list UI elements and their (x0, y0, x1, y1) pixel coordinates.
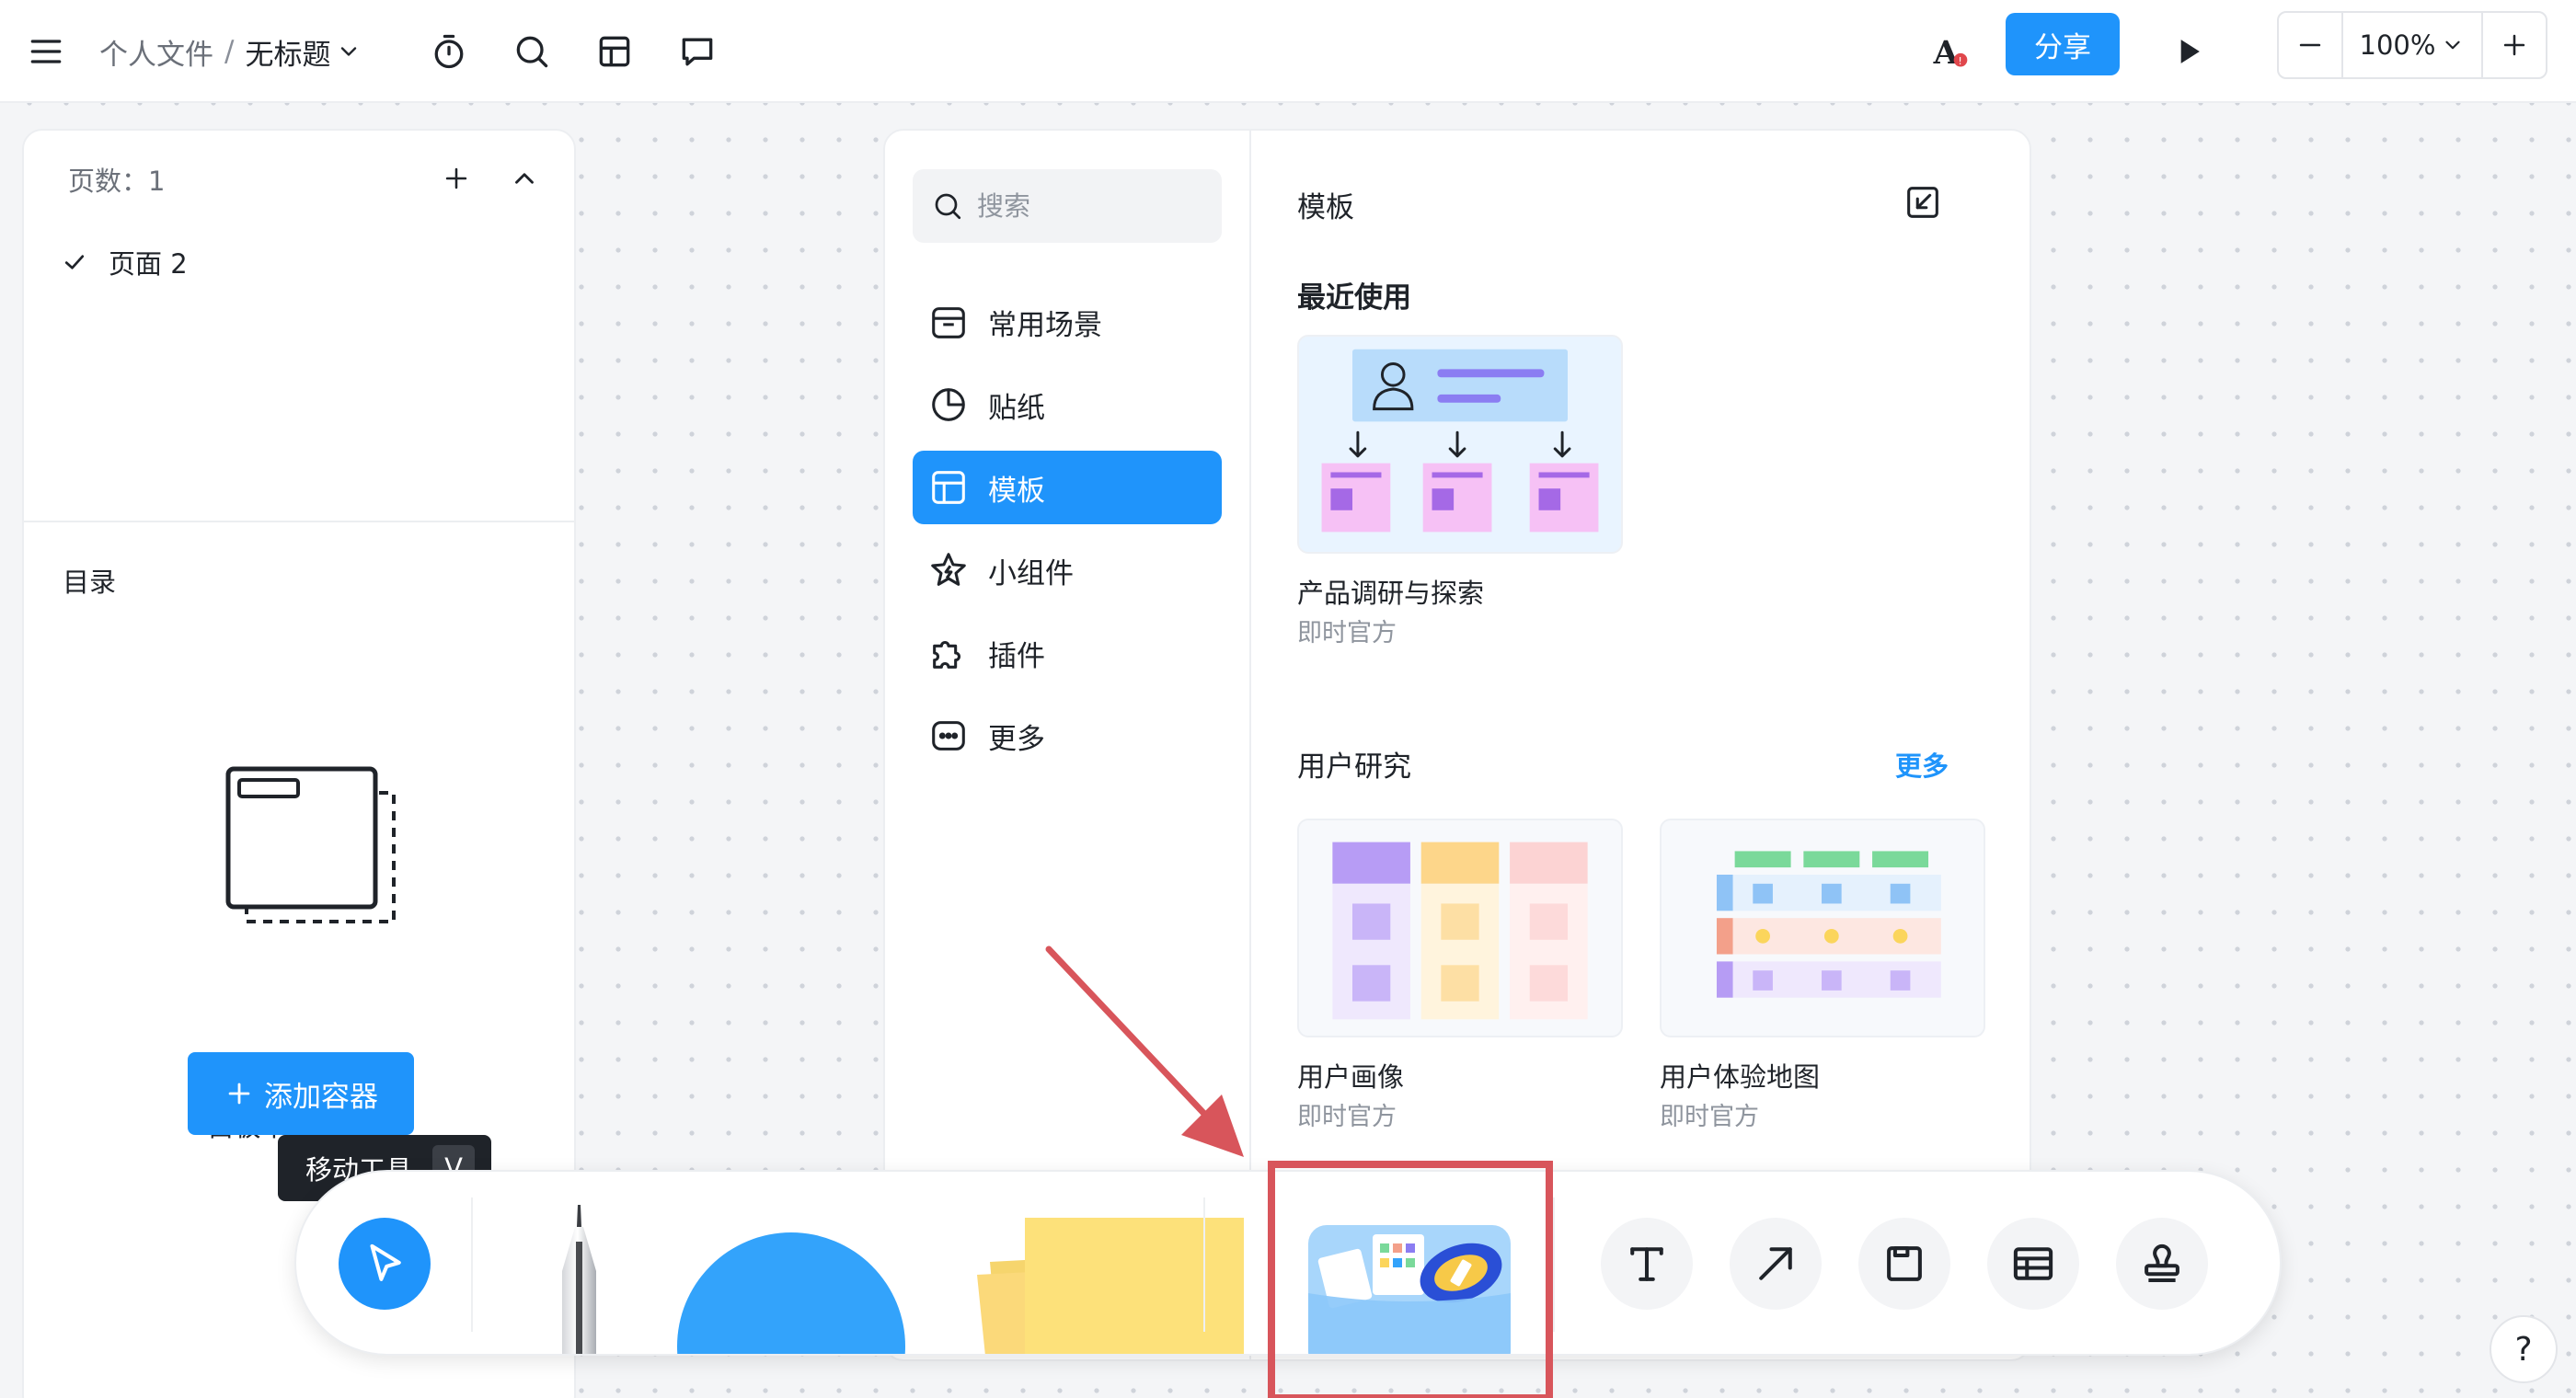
nav-item-templates[interactable]: 模板 (913, 451, 1222, 524)
search-icon (935, 193, 961, 220)
toolbar-divider (1203, 1197, 1205, 1332)
zoom-control: 100% (2277, 11, 2547, 79)
user-research-section-title: 用户研究 (1297, 751, 1411, 784)
font-style-alert-icon[interactable]: A! (1926, 28, 1974, 75)
nav-item-label: 小组件 (988, 556, 1074, 590)
template-card-name: 用户体验地图 (1660, 1061, 1821, 1093)
toolbar-divider (1553, 1197, 1555, 1332)
stamp-tool-button[interactable] (2116, 1218, 2208, 1310)
template-card-source: 即时官方 (1660, 1103, 1759, 1131)
nav-item-widgets[interactable]: 小组件 (913, 533, 1222, 607)
collapse-pages-button[interactable] (502, 156, 546, 201)
template-card-source: 即时官方 (1297, 619, 1397, 647)
template-card-source: 即时官方 (1297, 1103, 1397, 1131)
nav-item-more[interactable]: 更多 (913, 699, 1222, 773)
shape-tool-icon[interactable] (675, 1218, 907, 1356)
svg-text:A: A (1933, 34, 1960, 72)
nav-item-label: 更多 (988, 722, 1045, 756)
arrow-up-right-icon (1759, 1247, 1792, 1280)
add-page-button[interactable] (434, 156, 478, 201)
nav-item-plugins[interactable]: 插件 (913, 616, 1222, 690)
nav-item-label: 模板 (988, 474, 1045, 508)
move-tool-button[interactable] (339, 1218, 431, 1310)
panel-divider (24, 521, 574, 522)
share-button[interactable]: 分享 (2006, 13, 2120, 75)
plus-icon (445, 167, 467, 189)
stamp-icon (2145, 1243, 2179, 1283)
user-journey-thumbnail (1716, 851, 1941, 998)
toc-label: 目录 (63, 567, 117, 598)
page-count-label: 页数：1 (68, 166, 166, 197)
breadcrumb-root[interactable]: 个人文件 (99, 31, 213, 73)
table-grid-icon (2013, 1247, 2053, 1280)
page-item[interactable]: 页面 2 (61, 239, 188, 285)
add-container-button[interactable]: 添加容器 (188, 1052, 414, 1135)
recent-section-title: 最近使用 (1297, 281, 1411, 315)
connector-tool-button[interactable] (1730, 1218, 1822, 1310)
zoom-level: 100% (2359, 29, 2436, 61)
zoom-out-button[interactable] (2279, 13, 2341, 77)
annotation-arrow (1045, 945, 1244, 1157)
text-tool-button[interactable] (1601, 1218, 1693, 1310)
svg-text:!: ! (1958, 55, 1961, 67)
template-card-product-research[interactable] (1297, 335, 1623, 554)
plus-icon (228, 1083, 250, 1105)
sticker-icon (932, 388, 965, 421)
chevron-up-icon (515, 173, 534, 184)
cursor-arrow-icon (370, 1243, 401, 1281)
template-panel-title: 模板 (1297, 191, 1354, 224)
add-container-label: 添加容器 (264, 1080, 378, 1114)
comment-icon[interactable] (673, 28, 721, 75)
sticky-note-tool-icon[interactable] (968, 1218, 1244, 1356)
calendar-box-icon (932, 307, 965, 338)
more-templates-link[interactable]: 更多 (1895, 745, 1949, 784)
search-input[interactable] (977, 190, 1198, 222)
template-layout-icon (932, 471, 965, 504)
pen-tool-icon[interactable] (537, 1205, 620, 1356)
text-t-icon (1630, 1247, 1663, 1281)
template-card-name: 产品调研与探索 (1297, 578, 1485, 609)
template-card-user-journey-map[interactable] (1660, 819, 1985, 1037)
template-box-icon[interactable] (591, 28, 638, 75)
widget-star-icon (931, 553, 966, 586)
search-box (913, 169, 1222, 243)
container-tool-button[interactable] (1858, 1218, 1950, 1310)
doc-title-dropdown[interactable]: 无标题 (245, 31, 362, 73)
puzzle-plugin-icon (933, 640, 961, 669)
chevron-down-icon (2445, 40, 2461, 50)
breadcrumb: 个人文件 / 无标题 (99, 26, 362, 77)
timer-icon[interactable] (425, 28, 473, 75)
minus-icon (2299, 43, 2321, 47)
nav-item-stickers[interactable]: 贴纸 (913, 368, 1222, 441)
help-button[interactable]: ? (2490, 1315, 2558, 1383)
frame-container-icon (1887, 1246, 1922, 1281)
nav-item-label: 常用场景 (988, 308, 1102, 342)
plus-icon (2503, 34, 2525, 56)
breadcrumb-separator: / (224, 35, 235, 68)
zoom-in-button[interactable] (2483, 13, 2546, 77)
user-persona-thumbnail (1332, 842, 1588, 1020)
play-presentation-icon[interactable] (2164, 28, 2212, 75)
product-research-thumbnail (1321, 349, 1599, 533)
check-icon (64, 255, 85, 269)
zoom-level-dropdown[interactable]: 100% (2341, 13, 2483, 77)
toolbar-divider (471, 1197, 473, 1332)
template-card-name: 用户画像 (1297, 1061, 1405, 1093)
collapse-arrow-icon (1907, 187, 1938, 218)
menu-icon[interactable] (22, 28, 70, 75)
nav-item-label: 插件 (988, 639, 1045, 673)
top-bar: 个人文件 / 无标题 A! 分享 100% (0, 0, 2576, 103)
template-card-user-persona[interactable] (1297, 819, 1623, 1037)
page-item-label: 页面 2 (109, 248, 188, 280)
nav-item-label: 贴纸 (988, 391, 1045, 425)
more-dots-icon (932, 721, 965, 751)
search-icon[interactable] (508, 28, 556, 75)
collapse-panel-button[interactable] (1899, 178, 1947, 226)
chevron-down-icon (341, 47, 357, 56)
empty-container-illustration (225, 766, 396, 923)
table-tool-button[interactable] (1987, 1218, 2079, 1310)
doc-title: 无标题 (245, 38, 331, 72)
nav-item-scenes[interactable]: 常用场景 (913, 285, 1222, 359)
annotation-highlight-box (1268, 1161, 1553, 1398)
